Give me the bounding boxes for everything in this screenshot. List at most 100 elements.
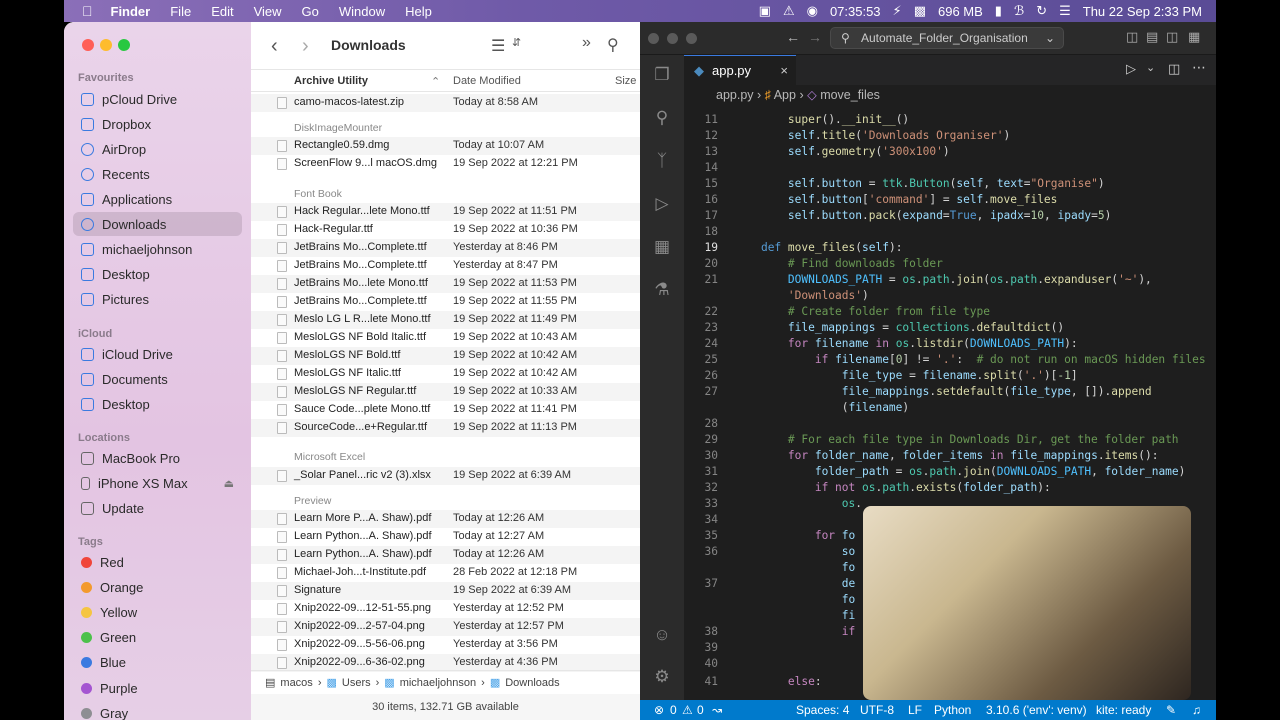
forward-button[interactable]: › (302, 35, 309, 58)
file-row[interactable]: Signature 19 Sep 2022 at 6:39 AM (251, 582, 640, 600)
tab-app-py[interactable]: ◆ app.py × (684, 55, 796, 85)
timer-display[interactable]: 07:35:53 (830, 4, 881, 19)
sidebar-tag-orange[interactable]: Orange (73, 575, 242, 599)
file-row[interactable]: Sauce Code...plete Mono.ttf 19 Sep 2022 a… (251, 401, 640, 419)
file-row[interactable]: Meslo LG L R...lete Mono.ttf 19 Sep 2022 … (251, 311, 640, 329)
menu-help[interactable]: Help (395, 4, 442, 19)
menu-go[interactable]: Go (292, 4, 329, 19)
sidebar-item-pcloud[interactable]: pCloud Drive (73, 87, 242, 111)
sidebar-tag-gray[interactable]: Gray (73, 701, 242, 720)
menu-window[interactable]: Window (329, 4, 395, 19)
chevron-down-icon[interactable]: ⌄ (1146, 61, 1155, 74)
bell-icon[interactable]: ♫ (1192, 700, 1201, 720)
file-row[interactable]: SourceCode...e+Regular.ttf 19 Sep 2022 at… (251, 419, 640, 437)
sidebar-tag-purple[interactable]: Purple (73, 676, 242, 700)
column-date[interactable]: Date Modified (453, 75, 521, 87)
eol-setting[interactable]: LF (908, 700, 922, 720)
file-row[interactable]: JetBrains Mo...Complete.ttf Yesterday at … (251, 239, 640, 257)
nav-forward-button[interactable]: → (808, 29, 822, 45)
python-interpreter[interactable]: 3.10.6 ('env': venv) (986, 700, 1087, 720)
file-row[interactable]: Xnip2022-09...12-51-55.png Yesterday at 1… (251, 600, 640, 618)
toggle-secondary-sidebar-icon[interactable]: ◫ (1166, 29, 1178, 45)
error-icon[interactable]: ⊗ (654, 700, 664, 720)
minimize-window-button[interactable] (100, 39, 112, 51)
file-row[interactable]: MesloLGS NF Bold.ttf 19 Sep 2022 at 10:42… (251, 347, 640, 365)
column-size[interactable]: Size (615, 75, 636, 87)
sidebar-item-dropbox[interactable]: Dropbox (73, 112, 242, 136)
warning-icon[interactable]: ⚠ (783, 3, 795, 19)
error-count[interactable]: 0 (670, 700, 677, 720)
sidebar-item-update[interactable]: Update (73, 496, 242, 520)
warning-count[interactable]: 0 (697, 700, 704, 720)
sidebar-item-macbook[interactable]: MacBook Pro (73, 446, 242, 470)
source-control-icon[interactable]: ᛉ (652, 151, 672, 171)
file-row[interactable]: Rectangle0.59.dmg Today at 10:07 AM (251, 137, 640, 155)
account-icon[interactable]: ☺ (652, 625, 672, 645)
column-name[interactable]: Archive Utility (294, 75, 368, 87)
file-row[interactable]: ScreenFlow 9...l macOS.dmg 19 Sep 2022 at… (251, 155, 640, 173)
close-window-button[interactable] (82, 39, 94, 51)
file-row[interactable]: Hack Regular...lete Mono.ttf 19 Sep 2022 … (251, 203, 640, 221)
camo-icon[interactable]: ◉ (807, 3, 818, 19)
file-row[interactable]: Learn More P...A. Shaw).pdf Today at 12:2… (251, 510, 640, 528)
file-row[interactable]: Learn Python...A. Shaw).pdf Today at 12:2… (251, 546, 640, 564)
close-window-button[interactable] (648, 33, 659, 44)
file-row[interactable]: _Solar Panel...ric v2 (3).xlsx 19 Sep 202… (251, 467, 640, 485)
customize-layout-icon[interactable]: ▦ (1188, 29, 1200, 45)
run-python-icon[interactable]: ▷ (1126, 61, 1136, 77)
testing-icon[interactable]: ⚗ (652, 280, 672, 300)
split-editor-icon[interactable]: ◫ (1168, 61, 1180, 77)
battery-icon[interactable]: ▮ (995, 3, 1002, 19)
path-segment[interactable]: macos (280, 677, 312, 689)
file-row[interactable]: camo-macos-latest.zip Today at 8:58 AM (251, 94, 640, 112)
explorer-icon[interactable]: ❐ (652, 65, 672, 85)
sidebar-item-icloud-desktop[interactable]: Desktop (73, 392, 242, 416)
control-center-icon[interactable]: ☰ (1059, 3, 1071, 19)
command-center-search[interactable]: ⚲ Automate_Folder_Organisation ⌄ (830, 27, 1064, 49)
breadcrumb-file[interactable]: app.py (716, 88, 754, 102)
chevron-double-right-icon[interactable]: » (582, 34, 591, 52)
file-row[interactable]: JetBrains Mo...Complete.ttf 19 Sep 2022 a… (251, 293, 640, 311)
list-view-icon[interactable]: ☰ (491, 36, 505, 56)
sidebar-item-documents[interactable]: Documents (73, 367, 242, 391)
sidebar-tag-green[interactable]: Green (73, 626, 242, 650)
run-debug-icon[interactable]: ▷ (652, 194, 672, 214)
sidebar-tag-red[interactable]: Red (73, 550, 242, 574)
close-tab-icon[interactable]: × (780, 56, 788, 85)
toggle-sidebar-icon[interactable]: ◫ (1126, 29, 1138, 45)
sidebar-item-airdrop[interactable]: AirDrop (73, 137, 242, 161)
sidebar-item-pictures[interactable]: Pictures (73, 287, 242, 311)
indentation-setting[interactable]: Spaces: 4 (796, 700, 849, 720)
eject-icon[interactable]: ⏏ (224, 477, 234, 490)
extensions-icon[interactable]: ▦ (652, 237, 672, 257)
feedback-icon[interactable]: ✎ (1166, 700, 1176, 720)
file-row[interactable]: Xnip2022-09...2-57-04.png Yesterday at 12… (251, 618, 640, 636)
menu-view[interactable]: View (244, 4, 292, 19)
minimize-window-button[interactable] (667, 33, 678, 44)
bolt-icon[interactable]: ⚡ (893, 3, 902, 19)
path-segment[interactable]: Downloads (505, 677, 559, 689)
sidebar-item-iphone[interactable]: iPhone XS Max ⏏ (73, 471, 242, 495)
live-share-icon[interactable]: ↝ (712, 700, 722, 720)
breadcrumb-class[interactable]: App (774, 88, 796, 102)
screen-record-icon[interactable]: ▣ (759, 3, 771, 19)
menu-edit[interactable]: Edit (201, 4, 243, 19)
sidebar-item-desktop[interactable]: Desktop (73, 262, 242, 286)
warning-icon[interactable]: ⚠ (682, 700, 693, 720)
sidebar-item-home[interactable]: michaeljohnson (73, 237, 242, 261)
chevron-updown-icon[interactable]: ⇵ (512, 36, 521, 49)
file-row[interactable]: Michael-Joh...t-Institute.pdf 28 Feb 2022… (251, 564, 640, 582)
zoom-window-button[interactable] (118, 39, 130, 51)
display-icon[interactable]: ▩ (914, 3, 926, 19)
kite-status[interactable]: kite: ready (1096, 700, 1151, 720)
file-row[interactable]: MesloLGS NF Regular.ttf 19 Sep 2022 at 10… (251, 383, 640, 401)
app-menu-finder[interactable]: Finder (101, 4, 161, 19)
language-mode[interactable]: Python (934, 700, 971, 720)
sidebar-item-icloud-drive[interactable]: iCloud Drive (73, 342, 242, 366)
sidebar-item-applications[interactable]: Applications (73, 187, 242, 211)
file-row[interactable]: JetBrains Mo...lete Mono.ttf 19 Sep 2022 … (251, 275, 640, 293)
encoding-setting[interactable]: UTF-8 (860, 700, 894, 720)
file-row[interactable]: JetBrains Mo...Complete.ttf Yesterday at … (251, 257, 640, 275)
menu-file[interactable]: File (160, 4, 201, 19)
clock-display[interactable]: Thu 22 Sep 2:33 PM (1083, 4, 1202, 19)
